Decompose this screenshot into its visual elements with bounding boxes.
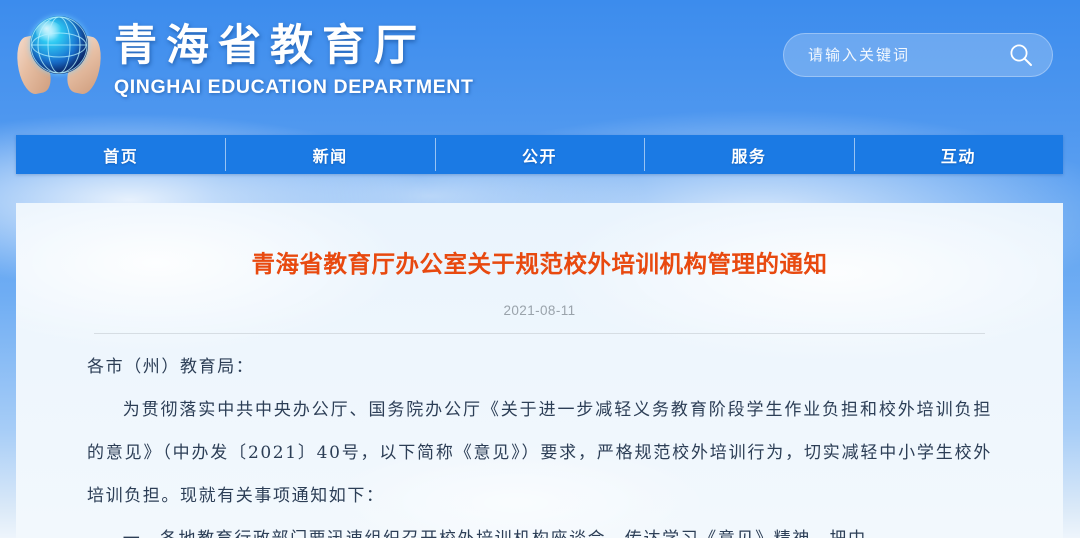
search-button[interactable]	[1004, 38, 1038, 72]
search-icon	[1010, 44, 1032, 66]
site-header: 青海省教育厅 QINGHAI EDUCATION DEPARTMENT	[0, 0, 1080, 120]
nav-item-label: 新闻	[312, 146, 348, 166]
site-title-cn: 青海省教育厅	[114, 21, 426, 71]
article-paragraph: 为贯彻落实中共中央办公厅、国务院办公厅《关于进一步减轻义务教育阶段学生作业负担和…	[87, 400, 992, 506]
main-navigation: 首页 新闻 公开 服务 互动	[16, 135, 1063, 174]
nav-item-label: 公开	[522, 146, 558, 166]
article-date: 2021-08-11	[503, 303, 576, 318]
site-brand[interactable]: 青海省教育厅 QINGHAI EDUCATION DEPARTMENT	[12, 8, 474, 108]
search-input[interactable]	[806, 45, 1004, 65]
nav-item-label: 首页	[103, 146, 139, 166]
article-paragraph: 一、各地教育行政部门要迅速组织召开校外培训机构座谈会，传达学习《意见》精神，把中	[87, 518, 992, 538]
nav-item-home[interactable]: 首页	[16, 135, 225, 174]
page-root: 青海省教育厅 QINGHAI EDUCATION DEPARTMENT 首页 新…	[0, 0, 1080, 538]
article-paragraph: 各市（州）教育局：	[87, 357, 255, 377]
page-title: 青海省教育厅办公室关于规范校外培训机构管理的通知	[251, 250, 828, 278]
globe-meridians-icon	[30, 16, 88, 74]
search-box[interactable]	[783, 33, 1053, 77]
site-wordmark: 青海省教育厅 QINGHAI EDUCATION DEPARTMENT	[114, 16, 474, 100]
nav-item-news[interactable]: 新闻	[225, 135, 434, 174]
site-logo[interactable]	[12, 8, 106, 108]
article-body: 各市（州）教育局： 为贯彻落实中共中央办公厅、国务院办公厅《关于进一步减轻义务教…	[87, 334, 992, 538]
nav-item-services[interactable]: 服务	[644, 135, 853, 174]
nav-item-interaction[interactable]: 互动	[853, 135, 1063, 174]
site-title-en: QINGHAI EDUCATION DEPARTMENT	[114, 76, 474, 98]
article-panel: 青海省教育厅办公室关于规范校外培训机构管理的通知 2021-08-11 各市（州…	[16, 203, 1063, 538]
nav-item-disclosure[interactable]: 公开	[434, 135, 644, 174]
nav-item-label: 服务	[731, 146, 767, 166]
nav-item-label: 互动	[940, 146, 976, 166]
